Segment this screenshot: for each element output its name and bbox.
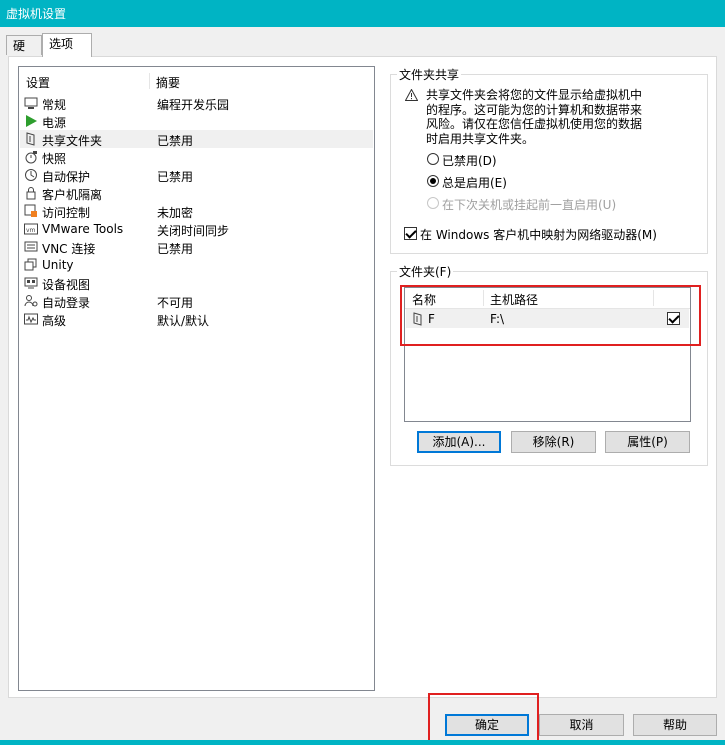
settings-item-summary: 不可用 (157, 296, 194, 310)
settings-item-advanced[interactable]: 高级 默认/默认 (20, 310, 373, 328)
folder-host-path: F:\ (490, 312, 505, 326)
warning-line: 时启用共享文件夹。 (426, 131, 535, 146)
settings-item-vnc[interactable]: VNC 连接 已禁用 (20, 238, 373, 256)
settings-list-header: 设置 摘要 (19, 71, 374, 91)
folders-list[interactable]: 名称 主机路径 F F:\ (404, 287, 691, 422)
settings-item-label: 快照 (42, 152, 67, 166)
general-icon (24, 97, 38, 109)
settings-item-summary: 关闭时间同步 (157, 224, 230, 238)
column-header-host-path[interactable]: 主机路径 (490, 291, 538, 308)
advanced-icon (24, 313, 38, 325)
column-separator (149, 73, 150, 89)
column-separator (653, 290, 654, 306)
settings-item-power[interactable]: 电源 (20, 112, 373, 130)
tab-hardware[interactable]: 硬件 (6, 35, 42, 73)
warning-line: 风险。请仅在您信任虚拟机使用您的数据 (426, 117, 643, 131)
settings-item-summary: 已禁用 (157, 242, 194, 256)
settings-item-access-control[interactable]: 访问控制 未加密 (20, 202, 373, 220)
column-header-summary[interactable]: 摘要 (156, 74, 180, 91)
settings-item-summary: 编程开发乐园 (157, 98, 230, 112)
settings-item-summary: 已禁用 (157, 170, 194, 184)
cancel-button[interactable]: 取消 (539, 714, 624, 736)
settings-item-label: VNC 连接 (42, 242, 96, 256)
device-view-icon (24, 277, 38, 289)
settings-item-summary: 未加密 (157, 206, 194, 220)
settings-item-label: 设备视图 (42, 278, 91, 292)
radio-disabled-option[interactable] (427, 153, 439, 165)
settings-item-label: 电源 (42, 116, 67, 130)
settings-item-label: 常规 (42, 98, 67, 112)
svg-text:vm: vm (26, 227, 36, 234)
autologin-icon (24, 295, 38, 307)
settings-item-autologin[interactable]: 自动登录 不可用 (20, 292, 373, 310)
settings-item-label: 自动保护 (42, 170, 91, 184)
folder-enabled-checkbox[interactable] (667, 312, 680, 325)
title-bar: 虚拟机设置 (0, 0, 725, 27)
column-separator (483, 290, 484, 306)
power-play-icon (26, 115, 37, 127)
column-header-name[interactable]: 名称 (412, 291, 436, 308)
remove-button[interactable]: 移除(R) (511, 431, 596, 453)
snapshot-icon (25, 151, 37, 164)
folder-sharing-label: 文件夹共享 (397, 66, 462, 83)
radio-label-disabled[interactable]: 已禁用(D) (442, 152, 497, 169)
settings-item-device-view[interactable]: 设备视图 (20, 274, 373, 292)
warning-icon (405, 89, 418, 101)
radio-until-poweroff (427, 197, 439, 209)
settings-item-summary: 默认/默认 (157, 314, 210, 328)
autoprotect-icon (25, 169, 37, 181)
settings-item-label: 访问控制 (42, 206, 91, 220)
add-button[interactable]: 添加(A)... (417, 431, 501, 453)
radio-always-enabled[interactable] (427, 175, 439, 187)
settings-item-general[interactable]: 常规 编程开发乐园 (20, 94, 373, 112)
column-header-setting[interactable]: 设置 (26, 74, 50, 91)
shared-folder-icon (26, 132, 35, 146)
folders-list-header: 名称 主机路径 (405, 288, 690, 309)
tab-strip: 硬件 选项 (0, 27, 725, 73)
settings-item-label: 高级 (42, 314, 67, 328)
help-button[interactable]: 帮助 (633, 714, 717, 736)
settings-item-label: 客户机隔离 (42, 188, 103, 202)
unity-icon (24, 258, 37, 271)
settings-item-vmware-tools[interactable]: vm VMware Tools 关闭时间同步 (20, 220, 373, 238)
settings-item-autoprotect[interactable]: 自动保护 已禁用 (20, 166, 373, 184)
settings-item-label: Unity (42, 258, 74, 272)
window-title: 虚拟机设置 (6, 7, 67, 21)
map-network-drive-label[interactable]: 在 Windows 客户机中映射为网络驱动器(M) (420, 226, 657, 243)
radio-label-always[interactable]: 总是启用(E) (442, 174, 507, 191)
vnc-icon (24, 241, 38, 252)
map-network-drive-checkbox[interactable] (404, 227, 417, 240)
settings-item-summary: 已禁用 (157, 134, 194, 148)
settings-list[interactable]: 设置 摘要 常规 编程开发乐园 电源 共享文件夹 已禁用 快照 自动保护 已禁用… (18, 66, 375, 691)
tab-options[interactable]: 选项 (42, 33, 92, 57)
shared-folder-icon (413, 312, 422, 326)
warning-text: 共享文件夹会将您的文件显示给虚拟机中 的程序。这可能为您的计算机和数据带来 风险… (426, 88, 666, 146)
warning-line: 共享文件夹会将您的文件显示给虚拟机中 (426, 88, 643, 102)
lock-icon (26, 187, 36, 200)
properties-button[interactable]: 属性(P) (605, 431, 690, 453)
settings-item-shared-folders[interactable]: 共享文件夹 已禁用 (20, 130, 373, 148)
settings-item-label: 共享文件夹 (42, 134, 103, 148)
vm-icon: vm (24, 223, 38, 235)
settings-item-label: 自动登录 (42, 296, 91, 310)
settings-item-isolation[interactable]: 客户机隔离 (20, 184, 373, 202)
folder-row[interactable]: F F:\ (406, 309, 689, 328)
settings-item-label: VMware Tools (42, 222, 124, 236)
access-control-icon (24, 204, 37, 217)
warning-line: 的程序。这可能为您的计算机和数据带来 (426, 102, 643, 117)
settings-item-snapshots[interactable]: 快照 (20, 148, 373, 166)
folder-name: F (428, 312, 435, 326)
settings-item-unity[interactable]: Unity (20, 256, 373, 274)
ok-button[interactable]: 确定 (445, 714, 529, 736)
radio-label-until-poweroff: 在下次关机或挂起前一直启用(U) (442, 198, 617, 212)
window-bottom-border (0, 740, 725, 745)
folders-label: 文件夹(F) (397, 263, 454, 280)
